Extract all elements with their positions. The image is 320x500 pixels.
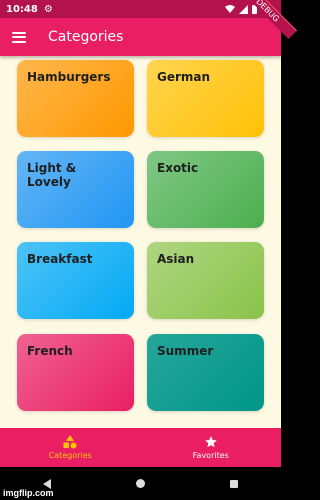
status-time: 10:48 [6, 3, 38, 15]
status-icons [225, 4, 257, 14]
category-tile-hamburgers[interactable]: Hamburgers [17, 60, 134, 137]
category-tile-breakfast[interactable]: Breakfast [17, 242, 134, 319]
category-label: Asian [157, 252, 195, 266]
category-tile-summer[interactable]: Summer [147, 334, 264, 411]
bottom-navigation: Categories Favorites [0, 428, 281, 467]
home-icon[interactable] [135, 479, 145, 488]
menu-icon[interactable] [12, 31, 26, 43]
category-tile-german[interactable]: German [147, 60, 264, 137]
signal-icon [239, 4, 248, 14]
page-title: Categories [48, 29, 124, 45]
category-label: Hamburgers [27, 70, 111, 84]
star-icon [204, 436, 217, 448]
category-label: Exotic [157, 161, 199, 175]
category-label: German [157, 70, 211, 84]
category-label: Breakfast [27, 252, 93, 266]
category-tile-asian[interactable]: Asian [147, 242, 264, 319]
category-tile-exotic[interactable]: Exotic [147, 151, 264, 228]
category-tile-french[interactable]: French [17, 334, 134, 411]
status-bar: 10:48 ⚙ [0, 0, 281, 18]
nav-tab-categories[interactable]: Categories [0, 428, 141, 467]
wifi-icon [225, 5, 235, 13]
settings-status-icon: ⚙ [43, 3, 53, 15]
category-label: Summer [157, 344, 214, 358]
categories-grid-area: Hamburgers German Light & Lovely Exotic … [0, 56, 281, 428]
category-tile-light-and-lovely[interactable]: Light & Lovely [17, 151, 134, 228]
recent-apps-icon[interactable] [230, 479, 239, 488]
nav-label: Categories [48, 451, 92, 460]
back-icon[interactable] [42, 478, 51, 489]
nav-label: Favorites [192, 451, 229, 460]
watermark: imgflip.com [3, 488, 54, 498]
nav-tab-favorites[interactable]: Favorites [141, 428, 282, 467]
app-bar: Categories [0, 18, 281, 56]
category-icon [63, 435, 77, 449]
category-label: French [27, 344, 73, 358]
category-label: Light & Lovely [27, 161, 77, 189]
